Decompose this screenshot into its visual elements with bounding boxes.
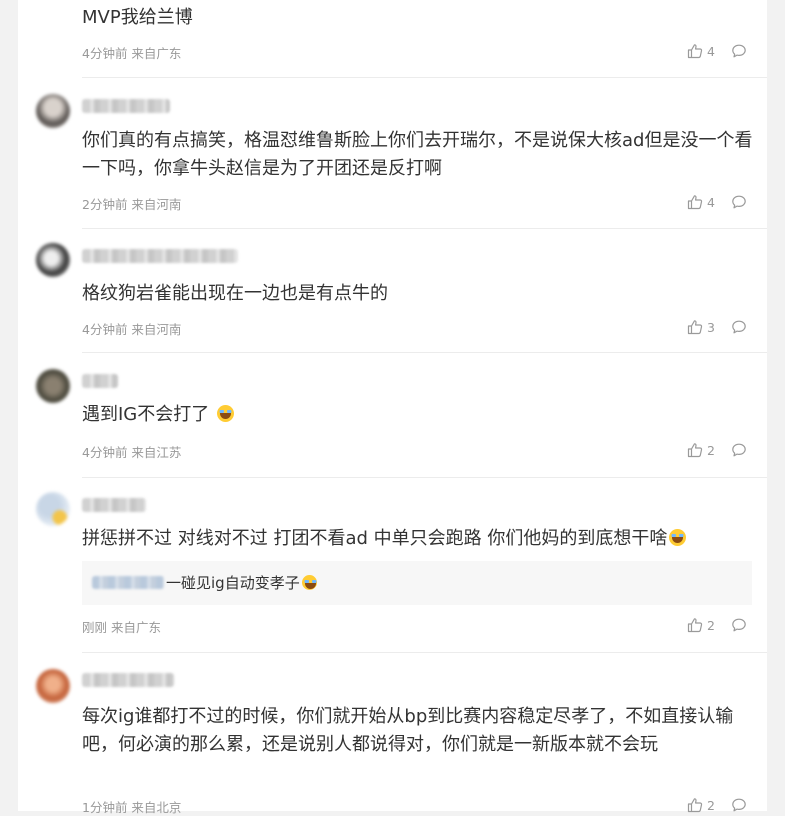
- grin-sweat-emoji-icon: [669, 529, 687, 546]
- like-count: 3: [707, 319, 715, 335]
- like-button[interactable]: 4: [687, 43, 715, 59]
- comment-text: MVP我给兰博: [82, 7, 193, 28]
- like-button[interactable]: 4: [687, 194, 715, 210]
- comment-item: MVP我给兰博 4分钟前 来自广东 4: [18, 0, 767, 78]
- username-blurred[interactable]: [82, 673, 174, 687]
- comment-text: 拼惩拼不过 对线对不过 打团不看ad 中单只会跑路 你们他妈的到底想干啥: [82, 525, 758, 553]
- comment-bubble-icon[interactable]: [731, 319, 747, 335]
- comment-bubble-icon[interactable]: [731, 194, 747, 210]
- comment-item: 拼惩拼不过 对线对不过 打团不看ad 中单只会跑路 你们他妈的到底想干啥 一碰见…: [18, 478, 767, 653]
- comment-bubble-icon[interactable]: [731, 617, 747, 633]
- avatar[interactable]: [36, 243, 70, 277]
- like-count: 4: [707, 194, 715, 210]
- avatar[interactable]: [36, 492, 70, 526]
- comment-meta: 4分钟前 来自广东: [82, 46, 182, 61]
- like-button[interactable]: 3: [687, 319, 715, 335]
- comment-text: 遇到IG不会打了: [82, 401, 758, 429]
- username-blurred[interactable]: [82, 498, 146, 512]
- comment-item: 你们真的有点搞笑，格温怼维鲁斯脸上你们去开瑞尔，不是说保大核ad但是没一个看一下…: [18, 78, 767, 229]
- comment-text: 每次ig谁都打不过的时候，你们就开始从bp到比赛内容稳定尽孝了，不如直接认输吧，…: [82, 706, 734, 755]
- thumbs-up-icon: [687, 319, 703, 335]
- comment-item: 遇到IG不会打了 4分钟前 来自江苏 2: [18, 353, 767, 478]
- sub-reply-text: 一碰见ig自动变孝子: [166, 572, 318, 594]
- username-blurred[interactable]: [82, 99, 170, 113]
- comment-list: MVP我给兰博 4分钟前 来自广东 4 你们真的有点搞笑，格温怼维鲁斯脸上你们去…: [18, 0, 767, 815]
- like-count: 2: [707, 797, 715, 813]
- like-button[interactable]: 2: [687, 617, 715, 633]
- comment-text: 你们真的有点搞笑，格温怼维鲁斯脸上你们去开瑞尔，不是说保大核ad但是没一个看一下…: [82, 130, 753, 179]
- thumbs-up-icon: [687, 617, 703, 633]
- sub-reply-text-content: 一碰见ig自动变孝子: [166, 574, 300, 592]
- comment-item: 格纹狗岩雀能出现在一边也是有点牛的 4分钟前 来自河南 3: [18, 229, 767, 353]
- like-count: 4: [707, 43, 715, 59]
- comment-meta: 4分钟前 来自江苏: [82, 445, 182, 460]
- sub-reply-username-blurred[interactable]: [92, 576, 164, 589]
- grin-sweat-emoji-icon: [217, 405, 234, 422]
- username-blurred[interactable]: [82, 249, 238, 263]
- grin-sweat-emoji-icon: [301, 575, 318, 590]
- like-count: 2: [707, 442, 715, 458]
- comment-text-content: 拼惩拼不过 对线对不过 打团不看ad 中单只会跑路 你们他妈的到底想干啥: [82, 528, 668, 549]
- thumbs-up-icon: [687, 43, 703, 59]
- sub-reply[interactable]: 一碰见ig自动变孝子: [82, 561, 752, 605]
- avatar[interactable]: [36, 369, 70, 403]
- comment-meta: 4分钟前 来自河南: [82, 322, 182, 337]
- avatar[interactable]: [36, 669, 70, 703]
- comment-text-content: 遇到IG不会打了: [82, 404, 210, 425]
- comment-text: 格纹狗岩雀能出现在一边也是有点牛的: [82, 283, 388, 304]
- comment-bubble-icon[interactable]: [731, 442, 747, 458]
- avatar[interactable]: [36, 94, 70, 128]
- comment-bubble-icon[interactable]: [731, 43, 747, 59]
- like-count: 2: [707, 617, 715, 633]
- username-blurred[interactable]: [82, 374, 118, 388]
- comment-meta: 2分钟前 来自河南: [82, 197, 182, 212]
- thumbs-up-icon: [687, 194, 703, 210]
- comment-item: 每次ig谁都打不过的时候，你们就开始从bp到比赛内容稳定尽孝了，不如直接认输吧，…: [18, 653, 767, 815]
- like-button[interactable]: 2: [687, 442, 715, 458]
- comment-meta: 1分钟前 来自北京: [82, 800, 182, 815]
- thumbs-up-icon: [687, 442, 703, 458]
- comment-meta: 刚刚 来自广东: [82, 620, 161, 635]
